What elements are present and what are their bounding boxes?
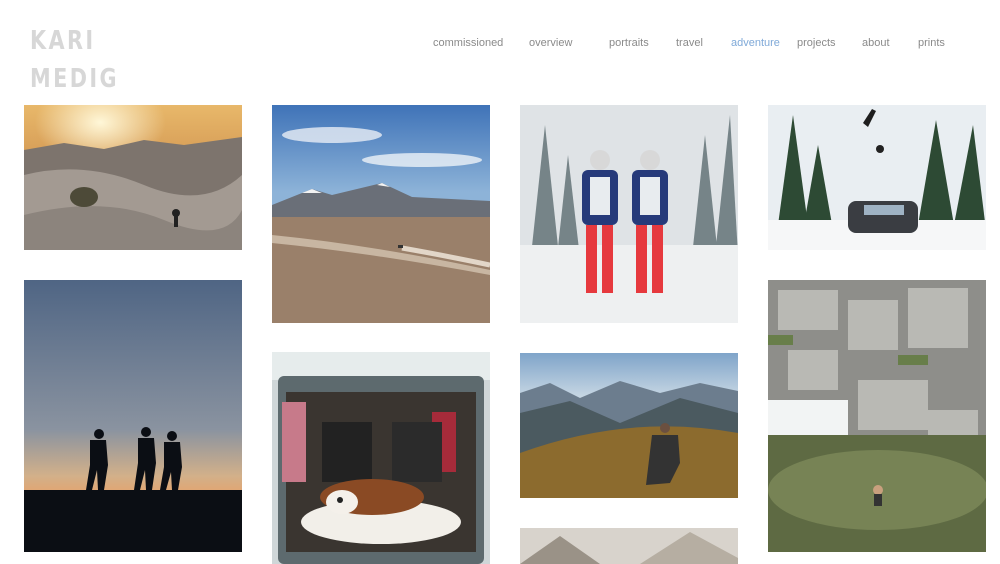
nav-adventure[interactable]: adventure: [731, 37, 780, 49]
nav-prints[interactable]: prints: [918, 37, 945, 49]
photo-mountain-meadow-sitter[interactable]: [520, 353, 738, 498]
photo-red-bull-skiers[interactable]: [520, 105, 738, 323]
nav-portraits[interactable]: portraits: [609, 37, 649, 49]
photo-rocky-alpine-pond-swimmer[interactable]: [768, 280, 986, 552]
logo-line-2: MEDIG: [30, 64, 119, 94]
nav-overview[interactable]: overview: [529, 37, 572, 49]
photo-dog-in-jeep-trunk[interactable]: [272, 352, 490, 564]
nav-about[interactable]: about: [862, 37, 890, 49]
logo-line-1: KARI: [30, 26, 96, 56]
photo-snowboarder-jump-mini[interactable]: [768, 105, 986, 250]
nav-commissioned[interactable]: commissioned: [433, 37, 503, 49]
photo-salt-flat-volcano-dust[interactable]: [272, 105, 490, 323]
photo-desert-sunset-cyclists[interactable]: [24, 105, 242, 250]
photo-hikers-silhouette-dusk[interactable]: [24, 280, 242, 552]
site-logo[interactable]: KARI MEDIG: [30, 22, 119, 98]
nav-travel[interactable]: travel: [676, 37, 703, 49]
photo-partial-tent-photo[interactable]: [520, 528, 738, 564]
nav-projects[interactable]: projects: [797, 37, 836, 49]
